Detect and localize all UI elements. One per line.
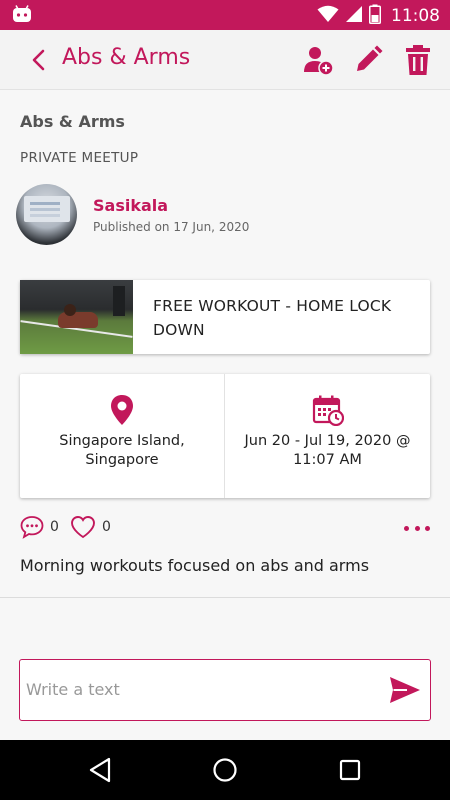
wifi-icon bbox=[317, 5, 339, 27]
meetup-type: PRIVATE MEETUP bbox=[20, 150, 139, 166]
workout-title: FREE WORKOUT - HOME LOCK DOWN bbox=[153, 297, 392, 339]
edit-button[interactable] bbox=[352, 44, 384, 76]
location-pin-icon bbox=[20, 394, 224, 426]
app-bar: Abs & Arms bbox=[0, 30, 450, 90]
add-member-button[interactable] bbox=[302, 44, 334, 76]
nav-recents-button[interactable] bbox=[336, 756, 364, 784]
schedule-text: Jun 20 - Jul 19, 2020 @ 11:07 AM bbox=[244, 433, 411, 468]
calendar-clock-icon bbox=[225, 394, 430, 426]
location-text: Singapore Island, Singapore bbox=[59, 433, 185, 468]
meetup-name: Abs & Arms bbox=[20, 112, 125, 131]
delete-button[interactable] bbox=[402, 44, 434, 76]
meetup-description: Morning workouts focused on abs and arms bbox=[20, 556, 370, 575]
android-icon bbox=[12, 5, 32, 27]
avatar[interactable] bbox=[16, 184, 77, 245]
square-recents-icon bbox=[339, 759, 361, 781]
circle-home-icon bbox=[213, 758, 237, 782]
divider bbox=[0, 597, 450, 598]
send-icon bbox=[390, 677, 420, 703]
add-person-icon bbox=[304, 47, 334, 76]
trash-icon bbox=[406, 45, 430, 75]
message-input[interactable] bbox=[26, 660, 376, 719]
workout-thumbnail bbox=[20, 280, 133, 354]
more-options-button[interactable] bbox=[404, 521, 430, 535]
heart-icon bbox=[71, 516, 95, 539]
like-button[interactable]: 0 bbox=[70, 515, 111, 539]
author-name[interactable]: Sasikala bbox=[93, 196, 168, 215]
location-section[interactable]: Singapore Island, Singapore bbox=[20, 374, 225, 498]
meetup-detail: Abs & Arms PRIVATE MEETUP Sasikala Publi… bbox=[0, 90, 450, 740]
back-button[interactable] bbox=[26, 46, 52, 74]
nav-back-button[interactable] bbox=[86, 756, 114, 784]
battery-icon bbox=[369, 4, 381, 28]
workout-card[interactable]: FREE WORKOUT - HOME LOCK DOWN bbox=[20, 280, 430, 354]
signal-icon bbox=[345, 5, 363, 27]
more-dot-icon bbox=[425, 525, 430, 531]
comments-count: 0 bbox=[50, 519, 59, 535]
triangle-back-icon bbox=[89, 757, 111, 783]
schedule-section[interactable]: Jun 20 - Jul 19, 2020 @ 11:07 AM bbox=[225, 374, 430, 498]
send-button[interactable] bbox=[388, 674, 422, 706]
more-dot-icon bbox=[404, 525, 409, 531]
nav-home-button[interactable] bbox=[211, 756, 239, 784]
more-dot-icon bbox=[414, 525, 420, 531]
comment-icon bbox=[20, 516, 44, 539]
info-card: Singapore Island, Singapore Jun 20 - Jul… bbox=[20, 374, 430, 498]
page-title: Abs & Arms bbox=[62, 45, 191, 70]
pencil-icon bbox=[357, 45, 383, 71]
comments-stat[interactable]: 0 bbox=[20, 515, 59, 539]
chevron-left-icon bbox=[32, 49, 45, 71]
message-composer bbox=[19, 659, 431, 721]
likes-count: 0 bbox=[102, 519, 111, 535]
stats-row: 0 0 bbox=[20, 515, 430, 541]
status-bar: 11:08 bbox=[0, 0, 450, 30]
system-nav-bar bbox=[0, 740, 450, 800]
status-time: 11:08 bbox=[391, 6, 440, 26]
published-date: Published on 17 Jun, 2020 bbox=[93, 220, 250, 234]
